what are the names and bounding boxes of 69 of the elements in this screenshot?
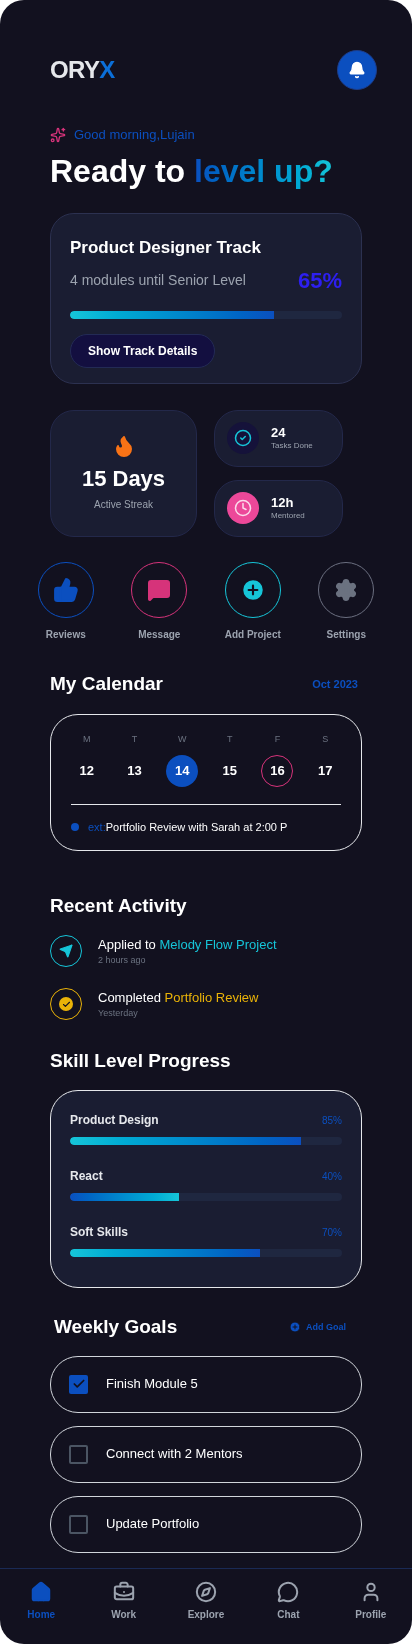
goal-item[interactable]: Connect with 2 Mentors — [50, 1425, 362, 1483]
thumbs-up-icon — [52, 576, 79, 603]
section-title: Weekly Goals — [54, 1315, 178, 1339]
skill-percent: 40% — [322, 1169, 342, 1184]
nav-tab[interactable]: Work — [82, 1581, 165, 1627]
calendar-day[interactable]: 17 — [309, 754, 342, 787]
stat-label: Mentored — [271, 509, 305, 522]
calendar-day[interactable]: 15 — [213, 754, 246, 787]
checkbox[interactable] — [69, 1514, 88, 1534]
action-label: Add Project — [224, 627, 281, 642]
calendar-day[interactable]: 13 — [118, 754, 151, 787]
nav-tab[interactable]: Explore — [164, 1581, 248, 1627]
stat-label: Tasks Done — [271, 439, 313, 452]
weekday-label: W — [177, 733, 187, 746]
skill-name: React — [70, 1168, 103, 1185]
action-label: Reviews — [45, 627, 86, 642]
greeting: Good morning,Lujain — [74, 126, 195, 144]
headline: Ready to level up? — [50, 151, 334, 191]
settings-icon — [334, 577, 359, 602]
weekday-label: M — [83, 733, 91, 746]
stat-value: 12h — [271, 494, 295, 510]
check-icon — [71, 1377, 86, 1391]
sparkle-icon — [50, 126, 66, 143]
skill-name: Product Design — [70, 1112, 159, 1129]
plus-circle-icon — [289, 1321, 301, 1334]
skill-percent: 70% — [322, 1225, 342, 1240]
track-percent: 65% — [297, 267, 342, 295]
stat-value: 24 — [271, 424, 287, 440]
skill-name: Soft Skills — [70, 1224, 128, 1241]
action-label: Message — [138, 627, 181, 642]
checkbox[interactable] — [69, 1374, 88, 1394]
logo: ORYX — [50, 55, 115, 85]
activity-time: 2 hours ago — [98, 954, 147, 967]
weekday-label: T — [131, 733, 138, 746]
chat-bubble-icon — [277, 1581, 300, 1603]
activity-text: Completed Portfolio Review — [98, 988, 259, 1007]
calendar-day[interactable]: 12 — [70, 754, 103, 787]
streak-value: 15 Days — [81, 465, 166, 493]
section-title: Skill Level Progress — [50, 1048, 232, 1073]
track-subtitle: 4 modules until Senior Level — [70, 271, 246, 290]
briefcase-icon — [112, 1581, 135, 1603]
nav-tab[interactable]: Chat — [247, 1581, 330, 1627]
activity-text: Applied to Melody Flow Project — [98, 935, 277, 954]
goal-text: Update Portfolio — [106, 1515, 200, 1534]
goal-text: Connect with 2 Mentors — [106, 1445, 243, 1464]
nav-tab[interactable]: Profile — [329, 1581, 412, 1627]
activity-time: Yesterday — [98, 1007, 139, 1020]
calendar-day[interactable]: 14 — [166, 754, 199, 787]
bell-icon — [348, 61, 366, 79]
home-icon — [30, 1581, 53, 1603]
weekday-label: T — [227, 733, 233, 746]
weekday-label: F — [274, 733, 281, 746]
chat-bubble-icon — [147, 577, 172, 602]
goal-item[interactable]: Update Portfolio — [50, 1495, 362, 1553]
streak-label: Active Streak — [94, 498, 153, 512]
clock-icon — [227, 492, 259, 524]
weekday-label: S — [322, 733, 329, 746]
action-label: Settings — [326, 627, 366, 642]
goal-text: Finish Module 5 — [106, 1375, 198, 1394]
track-details-button[interactable]: Show Track Details — [70, 334, 216, 368]
notification-button[interactable] — [337, 50, 377, 90]
skill-percent: 85% — [322, 1113, 342, 1128]
next-event: ext:Portfolio Review with Sarah at 2:00 P — [88, 820, 288, 835]
track-title: Product Designer Track — [70, 236, 262, 259]
section-title: My Calendar — [50, 671, 163, 696]
checkbox[interactable] — [69, 1444, 88, 1464]
goal-item[interactable]: Finish Module 5 — [50, 1355, 362, 1413]
compass-icon — [195, 1581, 217, 1603]
section-title: Recent Activity — [50, 894, 188, 918]
